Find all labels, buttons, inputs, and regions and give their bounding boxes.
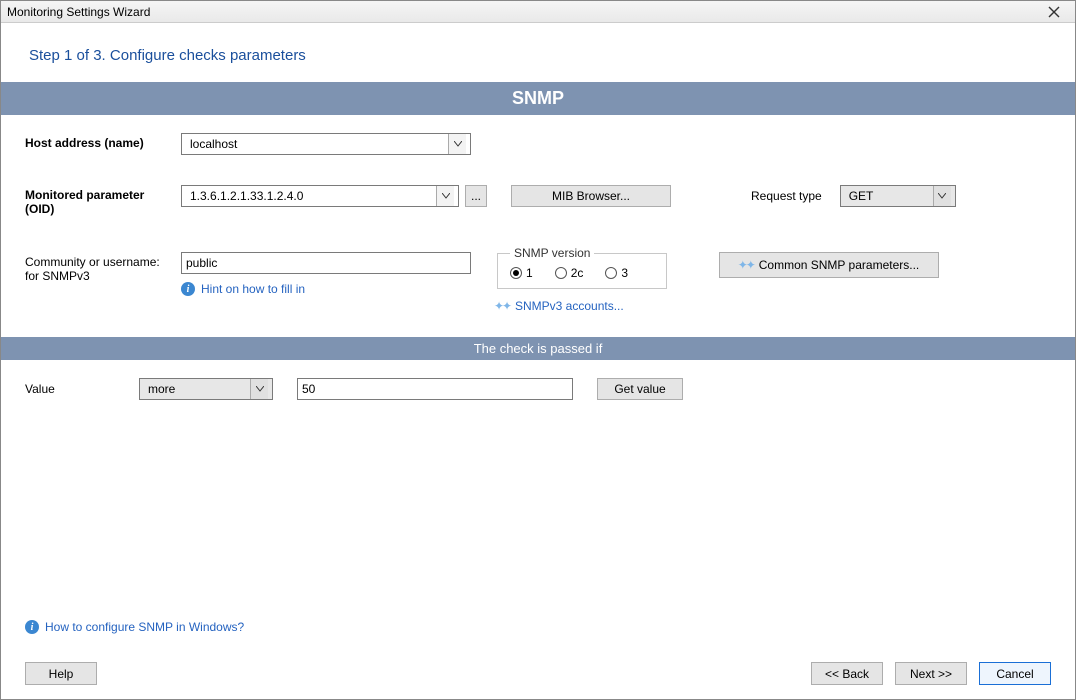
oid-value: 1.3.6.1.2.1.33.1.2.4.0 [186, 189, 436, 203]
label-oid-line2: (OID) [25, 202, 181, 216]
radio-icon [510, 267, 522, 279]
value-compare-combo[interactable]: more [139, 378, 273, 400]
radio-icon [555, 267, 567, 279]
next-button[interactable]: Next >> [895, 662, 967, 685]
oid-browse-button[interactable]: ... [465, 185, 487, 207]
host-address-combo[interactable]: localhost [181, 133, 471, 155]
back-button[interactable]: << Back [811, 662, 883, 685]
chevron-down-icon [933, 186, 951, 206]
info-icon: i [181, 282, 195, 296]
radio-v1-label: 1 [526, 266, 533, 280]
label-community: Community or username: for SNMPv3 [25, 252, 181, 283]
label-request-type: Request type [751, 189, 822, 203]
sparkle-icon: ✦✦ [495, 299, 509, 313]
common-snmp-label: Common SNMP parameters... [759, 258, 920, 272]
snmp-form: Host address (name) localhost Monitored … [1, 115, 1075, 319]
label-host-address: Host address (name) [25, 133, 181, 150]
snmpv3-accounts-link[interactable]: ✦✦ SNMPv3 accounts... [495, 299, 624, 313]
help-button[interactable]: Help [25, 662, 97, 685]
label-community-line1: Community or username: [25, 255, 181, 269]
label-value: Value [25, 382, 115, 396]
request-type-value: GET [845, 189, 933, 203]
radio-v2c-label: 2c [571, 266, 584, 280]
radio-snmp-v3[interactable]: 3 [605, 266, 628, 280]
row-host-address: Host address (name) localhost [25, 133, 1051, 155]
label-snmp-version: SNMP version [510, 246, 594, 260]
label-community-line2: for SNMPv3 [25, 269, 181, 283]
step-header: Step 1 of 3. Configure checks parameters [1, 23, 1075, 82]
value-compare-text: more [144, 382, 250, 396]
section-title-snmp: SNMP [1, 82, 1075, 115]
snmpv3-accounts-text: SNMPv3 accounts... [515, 299, 624, 313]
condition-area: Value more Get value i How to configure … [1, 360, 1075, 652]
footer: Help << Back Next >> Cancel [1, 652, 1075, 699]
snmp-version-group: SNMP version 1 2c 3 [497, 246, 667, 289]
titlebar: Monitoring Settings Wizard [1, 1, 1075, 23]
radio-v3-label: 3 [621, 266, 628, 280]
hint-fill-link[interactable]: i Hint on how to fill in [181, 282, 471, 296]
sparkle-icon: ✦✦ [739, 258, 753, 272]
wizard-window: Monitoring Settings Wizard Step 1 of 3. … [0, 0, 1076, 700]
radio-snmp-v2c[interactable]: 2c [555, 266, 584, 280]
close-icon [1048, 6, 1060, 18]
row-value: Value more Get value [25, 378, 1051, 400]
howto-windows-text: How to configure SNMP in Windows? [45, 620, 244, 634]
cancel-button[interactable]: Cancel [979, 662, 1051, 685]
row-community: Community or username: for SNMPv3 i Hint… [25, 252, 1051, 313]
section-title-condition: The check is passed if [1, 337, 1075, 360]
get-value-button[interactable]: Get value [597, 378, 683, 400]
chevron-down-icon [448, 134, 466, 154]
oid-combo[interactable]: 1.3.6.1.2.1.33.1.2.4.0 [181, 185, 459, 207]
common-snmp-button[interactable]: ✦✦ Common SNMP parameters... [719, 252, 939, 278]
radio-snmp-v1[interactable]: 1 [510, 266, 533, 280]
community-input[interactable] [181, 252, 471, 274]
request-type-combo[interactable]: GET [840, 185, 956, 207]
mib-browser-button[interactable]: MIB Browser... [511, 185, 671, 207]
chevron-down-icon [436, 186, 454, 206]
howto-windows-link[interactable]: i How to configure SNMP in Windows? [25, 620, 244, 634]
hint-fill-text: Hint on how to fill in [201, 282, 305, 296]
radio-icon [605, 267, 617, 279]
close-button[interactable] [1039, 3, 1069, 21]
chevron-down-icon [250, 379, 268, 399]
label-oid-line1: Monitored parameter [25, 188, 181, 202]
window-title: Monitoring Settings Wizard [7, 5, 1039, 19]
label-oid: Monitored parameter (OID) [25, 185, 181, 216]
value-number-input[interactable] [297, 378, 573, 400]
row-oid: Monitored parameter (OID) 1.3.6.1.2.1.33… [25, 185, 1051, 216]
info-icon: i [25, 620, 39, 634]
host-address-value: localhost [186, 137, 448, 151]
